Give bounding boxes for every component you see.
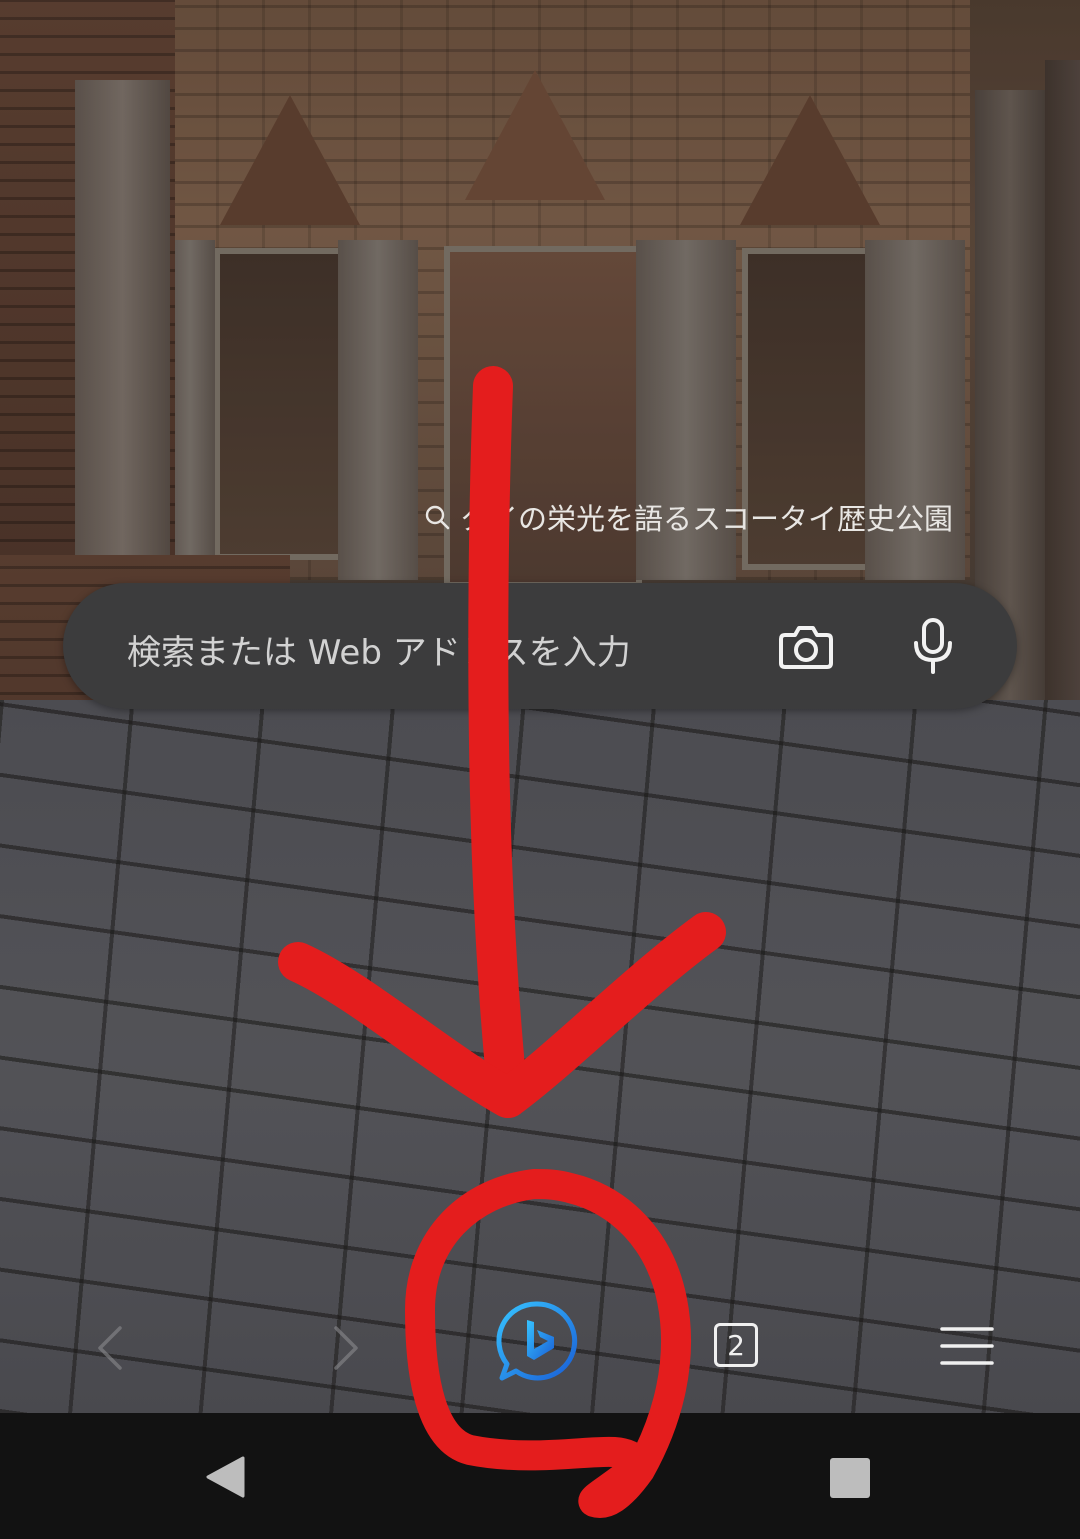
- search-input[interactable]: 検索または Web アドレスを入力: [127, 625, 631, 674]
- arrow-left-icon[interactable]: [90, 1320, 130, 1376]
- microphone-icon[interactable]: [909, 617, 957, 675]
- nav-recents-square-icon[interactable]: [830, 1458, 870, 1498]
- tab-count-button[interactable]: 2: [714, 1323, 758, 1367]
- wallpaper-caption[interactable]: タイの栄光を語るスコータイ歴史公園: [424, 496, 953, 538]
- camera-icon[interactable]: [777, 617, 835, 675]
- search-icon: [425, 505, 450, 530]
- nav-back-triangle-icon[interactable]: [205, 1455, 245, 1499]
- wallpaper-caption-text: タイの栄光を語るスコータイ歴史公園: [460, 502, 954, 536]
- copilot-chat-icon[interactable]: [494, 1298, 580, 1384]
- hamburger-menu-icon[interactable]: [940, 1325, 994, 1367]
- search-bar[interactable]: 検索または Web アドレスを入力: [63, 583, 1017, 709]
- browser-new-tab-screen: タイの栄光を語るスコータイ歴史公園 検索または Web アドレスを入力 2: [0, 0, 1080, 1539]
- arrow-right-icon[interactable]: [326, 1320, 366, 1376]
- system-navigation-bar: [0, 1413, 1080, 1539]
